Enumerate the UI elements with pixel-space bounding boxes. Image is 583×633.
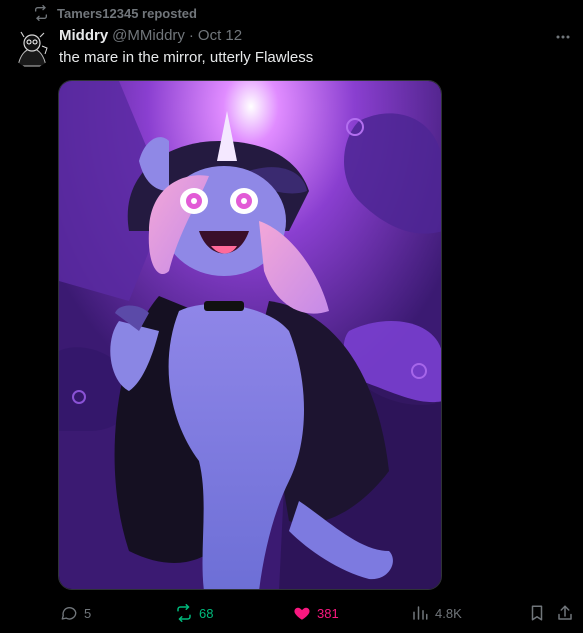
reply-count: 5 bbox=[84, 605, 92, 621]
heart-icon bbox=[293, 604, 311, 622]
views-chart-icon bbox=[411, 604, 429, 622]
more-dots-icon bbox=[556, 26, 570, 44]
views-button[interactable]: 4.8K bbox=[411, 600, 462, 626]
bookmark-icon bbox=[528, 604, 546, 622]
repost-icon bbox=[175, 604, 193, 622]
more-button[interactable] bbox=[553, 25, 573, 45]
user-handle[interactable]: @MMiddry bbox=[112, 27, 185, 44]
separator-dot: · bbox=[188, 26, 194, 44]
repost-indicator[interactable]: Tamers12345 reposted bbox=[33, 4, 197, 22]
bookmark-button[interactable] bbox=[528, 600, 546, 626]
share-icon bbox=[556, 604, 574, 622]
tweet-text: the mare in the mirror, utterly Flawless bbox=[59, 49, 314, 66]
reply-icon bbox=[60, 604, 78, 622]
tweet-date[interactable]: Oct 12 bbox=[198, 27, 242, 44]
tweet-media-image[interactable] bbox=[58, 80, 442, 590]
repost-label: Tamers12345 reposted bbox=[57, 5, 197, 21]
tweet-actions: 5 68 381 4.8K bbox=[0, 600, 583, 626]
like-button[interactable]: 381 bbox=[293, 600, 339, 626]
views-count: 4.8K bbox=[435, 605, 462, 621]
repost-button[interactable]: 68 bbox=[175, 600, 213, 626]
repost-count: 68 bbox=[199, 605, 214, 621]
repost-icon bbox=[33, 5, 49, 21]
display-name[interactable]: Middry bbox=[59, 27, 108, 44]
tweet-header: Middry @MMiddry · Oct 12 bbox=[59, 25, 242, 45]
share-button[interactable] bbox=[556, 600, 574, 626]
avatar[interactable] bbox=[12, 28, 52, 68]
reply-button[interactable]: 5 bbox=[60, 600, 91, 626]
like-count: 381 bbox=[317, 605, 339, 621]
